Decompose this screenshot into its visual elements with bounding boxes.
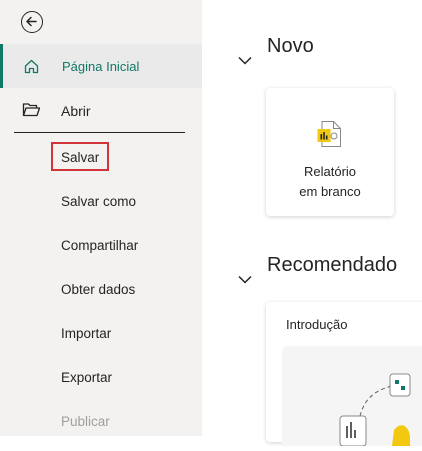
nav-export[interactable]: Exportar [61,370,112,385]
divider [14,132,185,133]
nav-open-label: Abrir [61,103,91,119]
chevron-down-icon [238,52,252,70]
backstage-sidebar: Página Inicial Abrir Salvar Salvar como … [0,0,202,436]
main-content: Novo Relatório em branco Recomendado Int… [202,0,422,447]
blank-report-label: Relatório em branco [266,162,394,202]
home-icon [23,58,40,80]
chevron-down-icon [238,271,252,289]
nav-open[interactable]: Abrir [0,88,202,132]
active-indicator [0,44,3,88]
section-new-title: Novo [267,34,314,57]
blank-report-label-line1: Relatório [303,164,357,179]
back-arrow-icon[interactable] [21,11,43,33]
nav-home[interactable]: Página Inicial [0,44,202,88]
recommended-intro-card[interactable]: Introdução [266,302,422,447]
recommended-intro-label: Introdução [286,317,348,332]
blank-report-card[interactable]: Relatório em branco [266,88,394,216]
intro-illustration [282,346,422,447]
blank-report-label-line2: em branco [299,184,361,199]
powerbi-report-icon [316,120,344,153]
nav-share[interactable]: Compartilhar [61,238,138,253]
nav-home-label: Página Inicial [62,59,140,74]
save-highlight-box [51,142,109,171]
nav-save-as[interactable]: Salvar como [61,194,136,209]
folder-open-icon [22,102,41,122]
section-recommended-title: Recomendado [267,253,398,276]
nav-get-data[interactable]: Obter dados [61,282,135,297]
nav-import[interactable]: Importar [61,326,111,341]
nav-publish: Publicar [61,414,110,429]
